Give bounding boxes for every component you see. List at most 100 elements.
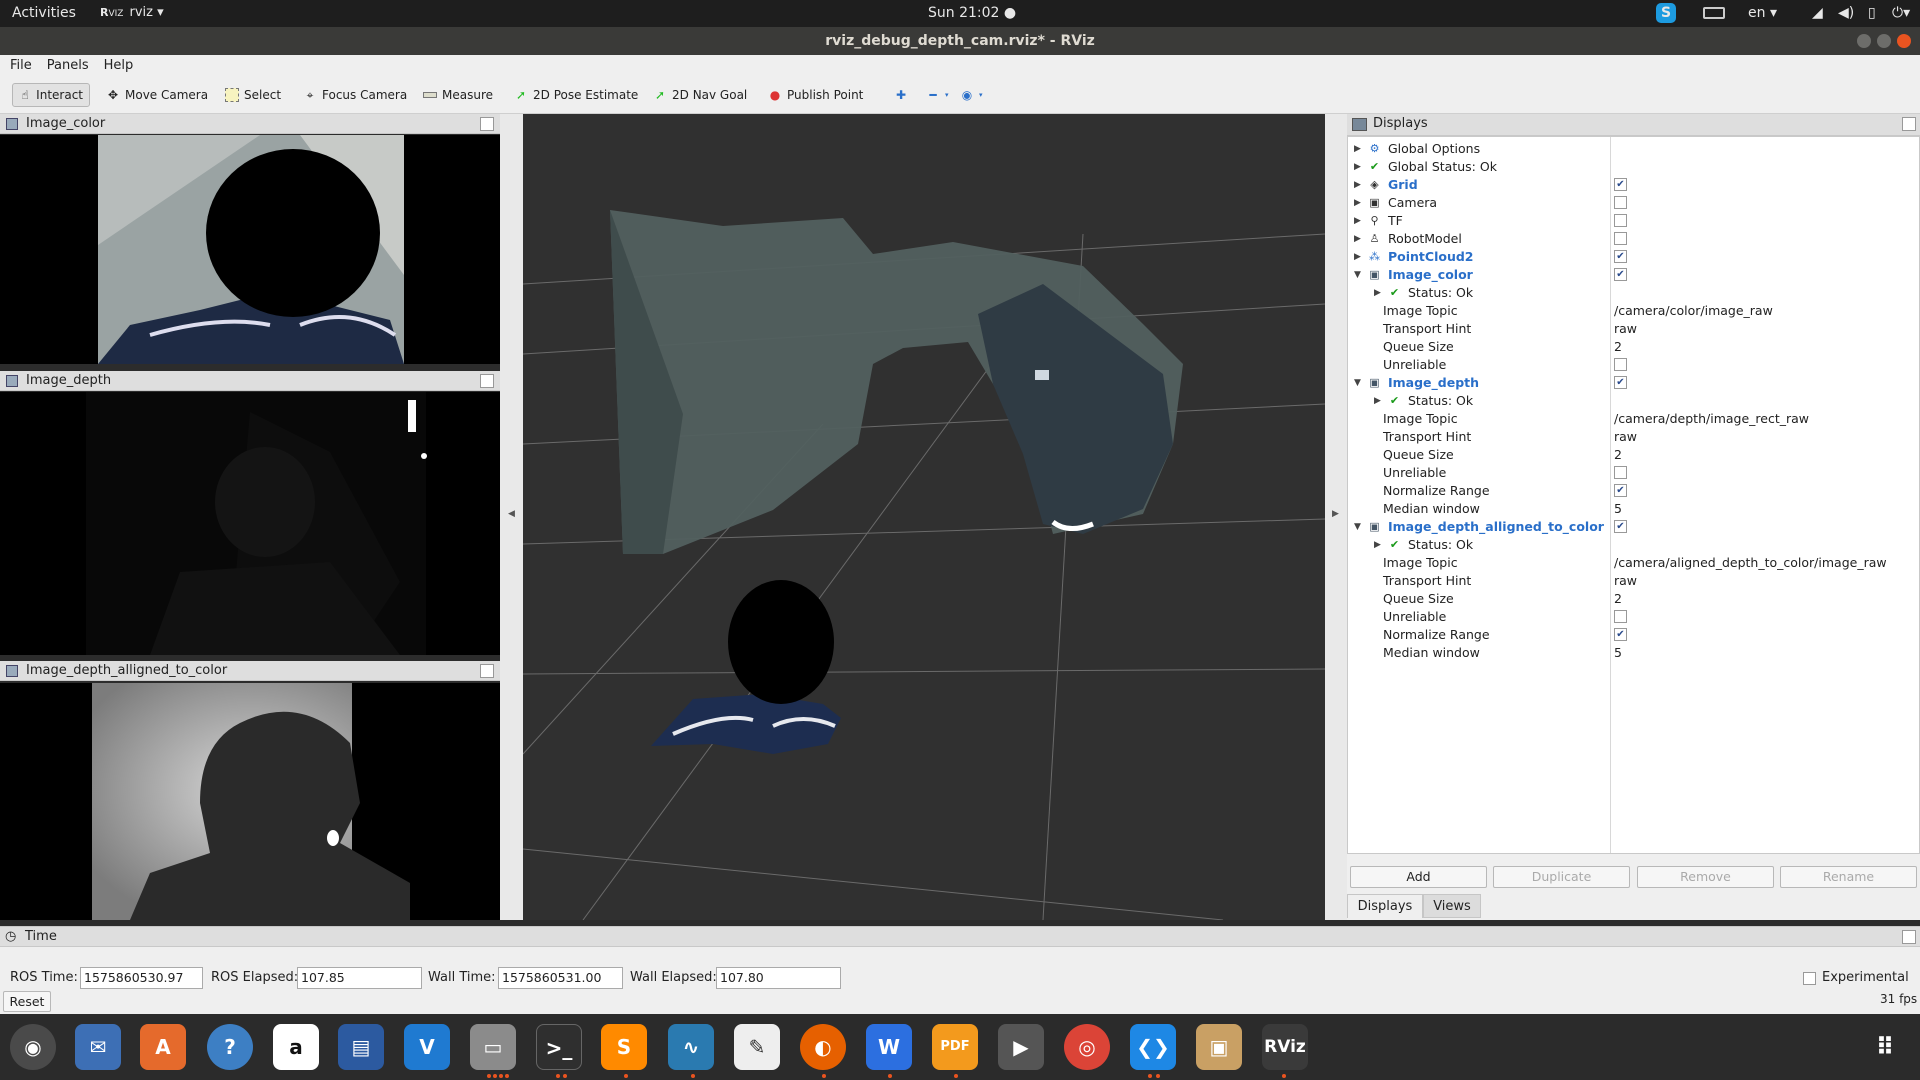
clock[interactable]: Sun 21:02 ●	[928, 5, 1016, 21]
display-enable-checkbox[interactable]	[1614, 196, 1627, 209]
wall-time-field[interactable]: 1575860531.00	[498, 967, 623, 989]
vscode-alt-icon[interactable]: V	[404, 1024, 450, 1070]
display-row-status-ok[interactable]: ▶ ✔ Status: Ok	[1348, 536, 1919, 554]
software-icon[interactable]: A	[140, 1024, 186, 1070]
display-row-transport-hint[interactable]: Transport Hint raw	[1348, 320, 1919, 338]
expand-arrow-icon[interactable]: ▶	[1354, 248, 1364, 266]
displays-tree[interactable]: ▶ ⚙ Global Options ▶ ✔ Global Status: Ok ▶ ◈ Gri…	[1347, 136, 1920, 854]
terminal-icon[interactable]: >_	[536, 1024, 582, 1070]
display-row-tf[interactable]: ▶ ⚲ TF	[1348, 212, 1919, 230]
duplicate-button[interactable]: Duplicate	[1493, 866, 1630, 888]
expand-arrow-icon[interactable]: ▶	[1354, 194, 1364, 212]
panel-float-checkbox[interactable]	[1902, 117, 1916, 131]
display-enable-checkbox[interactable]: ✔	[1614, 484, 1627, 497]
reset-button[interactable]: Reset	[3, 991, 51, 1012]
display-row-median-window[interactable]: Median window 5	[1348, 500, 1919, 518]
menu-help[interactable]: Help	[99, 55, 139, 77]
ubuntu-icon[interactable]: ◉	[10, 1024, 56, 1070]
display-row-image-depth[interactable]: ▼ ▣ Image_depth ✔	[1348, 374, 1919, 392]
amazon-icon[interactable]: a	[273, 1024, 319, 1070]
display-row-transport-hint[interactable]: Transport Hint raw	[1348, 572, 1919, 590]
display-row-value[interactable]: 2	[1614, 338, 1622, 356]
display-enable-checkbox[interactable]	[1614, 358, 1627, 371]
display-row-grid[interactable]: ▶ ◈ Grid ✔	[1348, 176, 1919, 194]
menu-file[interactable]: File	[5, 55, 37, 77]
display-enable-checkbox[interactable]: ✔	[1614, 520, 1627, 533]
help-icon[interactable]: ?	[207, 1024, 253, 1070]
display-enable-checkbox[interactable]: ✔	[1614, 178, 1627, 191]
experimental-checkbox[interactable]	[1803, 972, 1816, 985]
firefox-icon[interactable]: ◐	[800, 1024, 846, 1070]
display-enable-checkbox[interactable]: ✔	[1614, 268, 1627, 281]
add-button[interactable]: Add	[1350, 866, 1487, 888]
camera-type-button[interactable]: ◉ ▾	[954, 83, 989, 107]
vscode-icon[interactable]: ❮❯	[1130, 1024, 1176, 1070]
display-row-value[interactable]: raw	[1614, 572, 1637, 590]
display-row-value[interactable]: raw	[1614, 428, 1637, 446]
video-icon[interactable]: ▶	[998, 1024, 1044, 1070]
volume-icon[interactable]: ◀)	[1838, 5, 1854, 21]
tab-displays[interactable]: Displays	[1347, 894, 1423, 918]
render-3d-view[interactable]	[523, 114, 1325, 920]
wps-icon[interactable]: W	[866, 1024, 912, 1070]
left-dock-splitter[interactable]: ◀	[500, 114, 523, 920]
select-button[interactable]: Select	[219, 83, 287, 107]
power-icon[interactable]: ⏻▾	[1892, 5, 1910, 21]
collapse-arrow-icon[interactable]: ▼	[1354, 518, 1364, 536]
remove-tool-button[interactable]: ━ ▾	[920, 83, 955, 107]
display-row-value[interactable]: /camera/aligned_depth_to_color/image_raw	[1614, 554, 1887, 572]
collapse-left-icon[interactable]: ◀	[508, 509, 515, 519]
display-row-value[interactable]: /camera/depth/image_rect_raw	[1614, 410, 1809, 428]
display-enable-checkbox[interactable]	[1614, 214, 1627, 227]
display-enable-checkbox[interactable]	[1614, 610, 1627, 623]
writer-icon[interactable]: ▤	[338, 1024, 384, 1070]
image-aligned-view[interactable]	[0, 683, 500, 920]
display-row-value[interactable]: raw	[1614, 320, 1637, 338]
right-dock-splitter[interactable]: ▶	[1325, 114, 1347, 920]
display-row-value[interactable]: /camera/color/image_raw	[1614, 302, 1773, 320]
display-row-unreliable[interactable]: Unreliable	[1348, 356, 1919, 374]
language-indicator[interactable]: en ▾	[1748, 5, 1777, 21]
pose-estimate-button[interactable]: ➚ 2D Pose Estimate	[508, 83, 644, 107]
app-menu[interactable]: RVIZ rviz ▾	[100, 5, 164, 20]
display-row-robotmodel[interactable]: ▶ ♙ RobotModel	[1348, 230, 1919, 248]
display-row-queue-size[interactable]: Queue Size 2	[1348, 590, 1919, 608]
expand-arrow-icon[interactable]: ▶	[1354, 140, 1364, 158]
battery-icon[interactable]: ▯	[1868, 5, 1876, 21]
display-row-image-color[interactable]: ▼ ▣ Image_color ✔	[1348, 266, 1919, 284]
display-row-status-ok[interactable]: ▶ ✔ Status: Ok	[1348, 392, 1919, 410]
pdf-icon[interactable]: PDF	[932, 1024, 978, 1070]
display-row-queue-size[interactable]: Queue Size 2	[1348, 338, 1919, 356]
expand-arrow-icon[interactable]: ▶	[1354, 176, 1364, 194]
add-tool-button[interactable]: ✚	[888, 83, 914, 107]
display-row-camera[interactable]: ▶ ▣ Camera	[1348, 194, 1919, 212]
sublime-icon[interactable]: S	[601, 1024, 647, 1070]
expand-arrow-icon[interactable]: ▶	[1374, 536, 1384, 554]
image-color-header[interactable]: Image_color	[0, 114, 500, 134]
display-row-value[interactable]: 2	[1614, 446, 1622, 464]
panel-float-checkbox[interactable]	[1902, 930, 1916, 944]
chrome-icon[interactable]: ◎	[1064, 1024, 1110, 1070]
image-aligned-header[interactable]: Image_depth_alligned_to_color	[0, 661, 500, 681]
display-row-unreliable[interactable]: Unreliable	[1348, 608, 1919, 626]
maximize-button[interactable]	[1877, 34, 1891, 48]
files-icon[interactable]: ▭	[470, 1024, 516, 1070]
image-color-view[interactable]	[0, 135, 500, 364]
text-editor-icon[interactable]: ✎	[734, 1024, 780, 1070]
ros-time-field[interactable]: 1575860530.97	[80, 967, 203, 989]
display-row-image-topic[interactable]: Image Topic/camera/color/image_raw	[1348, 302, 1919, 320]
collapse-right-icon[interactable]: ▶	[1332, 509, 1339, 519]
display-row-transport-hint[interactable]: Transport Hint raw	[1348, 428, 1919, 446]
display-row-image-depth-alligned-to-color[interactable]: ▼ ▣ Image_depth_alligned_to_color ✔	[1348, 518, 1919, 536]
ros-elapsed-field[interactable]: 107.85	[297, 967, 422, 989]
display-enable-checkbox[interactable]	[1614, 466, 1627, 479]
activities-button[interactable]: Activities	[12, 5, 76, 21]
display-row-normalize-range[interactable]: Normalize Range ✔	[1348, 482, 1919, 500]
tab-views[interactable]: Views	[1423, 894, 1481, 918]
display-enable-checkbox[interactable]: ✔	[1614, 376, 1627, 389]
interact-button[interactable]: ☝ Interact	[12, 83, 90, 107]
sysmon-icon[interactable]: ∿	[668, 1024, 714, 1070]
display-row-pointcloud2[interactable]: ▶ ⁂ PointCloud2 ✔	[1348, 248, 1919, 266]
nav-goal-button[interactable]: ➚ 2D Nav Goal	[647, 83, 753, 107]
panel-float-checkbox[interactable]	[480, 117, 494, 131]
